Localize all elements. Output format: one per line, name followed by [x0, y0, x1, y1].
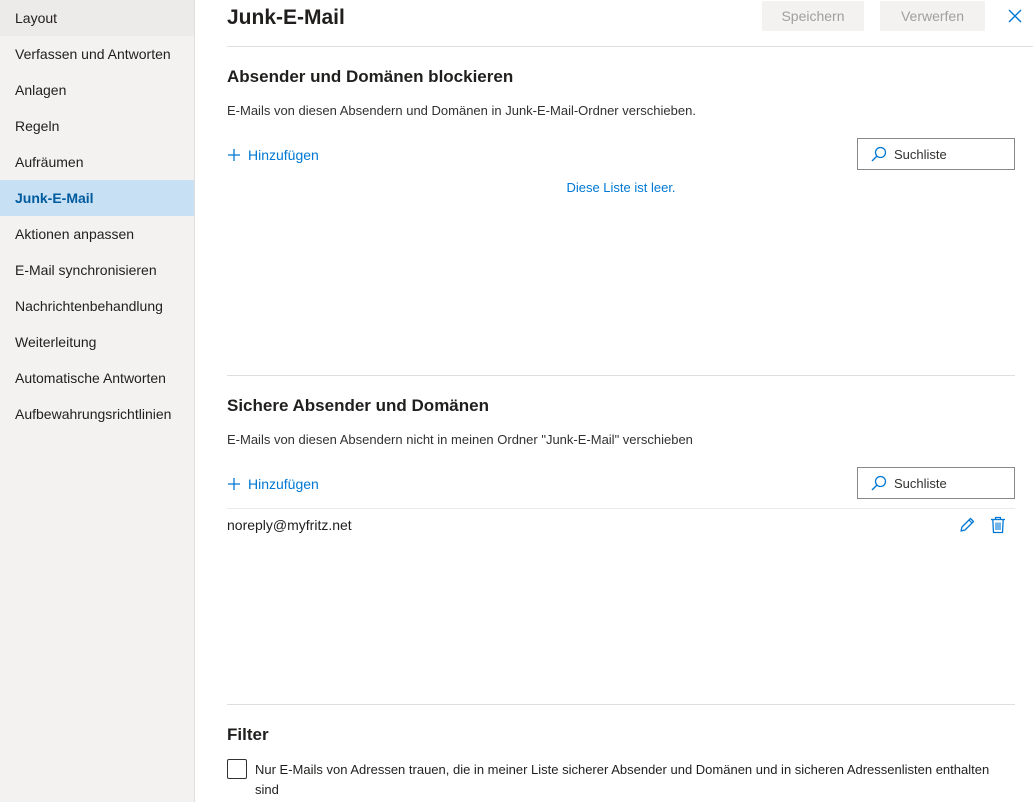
- settings-sidebar: Layout Verfassen und Antworten Anlagen R…: [0, 0, 195, 802]
- sidebar-item-forwarding[interactable]: Weiterleitung: [0, 324, 194, 360]
- sidebar-item-compose-reply[interactable]: Verfassen und Antworten: [0, 36, 194, 72]
- sidebar-item-customize-actions[interactable]: Aktionen anpassen: [0, 216, 194, 252]
- sidebar-item-sweep[interactable]: Aufräumen: [0, 144, 194, 180]
- trust-safe-lists-checkbox[interactable]: [227, 759, 247, 779]
- sidebar-item-layout[interactable]: Layout: [0, 0, 194, 36]
- sidebar-item-automatic-replies[interactable]: Automatische Antworten: [0, 360, 194, 396]
- sidebar-item-message-handling[interactable]: Nachrichtenbehandlung: [0, 288, 194, 324]
- filter-section: Filter Nur E-Mails von Adressen trauen, …: [227, 0, 1015, 802]
- sidebar-item-retention-policies[interactable]: Aufbewahrungsrichtlinien: [0, 396, 194, 432]
- filter-title: Filter: [227, 725, 269, 744]
- sidebar-item-attachments[interactable]: Anlagen: [0, 72, 194, 108]
- junk-email-settings-pane: Junk-E-Mail Speichern Verwerfen Absender…: [227, 0, 1033, 802]
- sidebar-item-sync-email[interactable]: E-Mail synchronisieren: [0, 252, 194, 288]
- sidebar-item-junk-email[interactable]: Junk-E-Mail: [0, 180, 194, 216]
- sidebar-item-rules[interactable]: Regeln: [0, 108, 194, 144]
- trust-safe-lists-label[interactable]: Nur E-Mails von Adressen trauen, die in …: [255, 760, 995, 800]
